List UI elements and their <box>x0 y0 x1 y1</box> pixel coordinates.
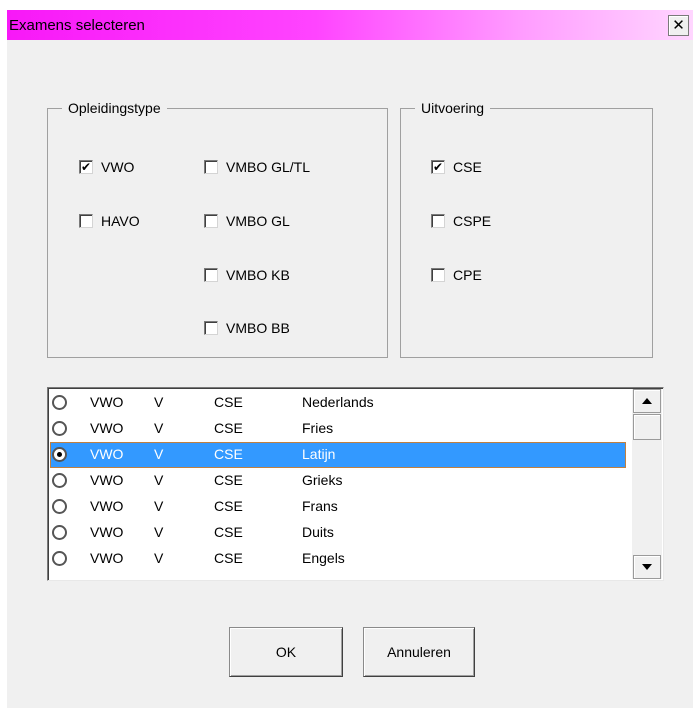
check-icon: ✔ <box>80 160 92 174</box>
list-item-selected[interactable]: VWO V CSE Latijn <box>50 442 626 468</box>
checkbox-vmbo-gl-tl-label: VMBO GL/TL <box>226 159 311 175</box>
list-item[interactable]: VWO V CSE Fries <box>50 416 626 442</box>
checkbox-cspe-box[interactable] <box>431 214 445 228</box>
title-bar[interactable]: Examens selecteren ✕ <box>7 10 693 40</box>
cell-type: VWO <box>90 550 124 566</box>
cancel-button[interactable]: Annuleren <box>363 627 475 677</box>
list-item[interactable]: VWO V CSE Grieks <box>50 468 626 494</box>
list-item[interactable]: VWO V CSE Frans <box>50 494 626 520</box>
cell-type: VWO <box>90 472 124 488</box>
radio-button[interactable] <box>52 525 67 540</box>
scroll-thumb[interactable] <box>633 414 661 440</box>
cell-subject: Engels <box>302 550 345 566</box>
checkbox-vmbo-bb[interactable]: VMBO BB <box>204 319 290 337</box>
close-button[interactable]: ✕ <box>668 15 689 36</box>
window-title: Examens selecteren <box>9 17 145 34</box>
checkbox-vmbo-kb-label: VMBO KB <box>226 267 290 283</box>
cell-code: V <box>154 394 164 410</box>
cell-code: V <box>154 420 164 436</box>
cell-type: VWO <box>90 524 124 540</box>
checkbox-havo[interactable]: HAVO <box>79 212 140 230</box>
checkbox-vmbo-gl-tl-box[interactable] <box>204 160 218 174</box>
cell-code: V <box>154 550 164 566</box>
cell-subject: Fries <box>302 420 334 436</box>
checkbox-cse-box[interactable]: ✔ <box>431 160 445 174</box>
cell-code: V <box>154 446 164 462</box>
checkbox-cpe-box[interactable] <box>431 268 445 282</box>
checkbox-cse[interactable]: ✔ CSE <box>431 158 482 176</box>
checkbox-vwo[interactable]: ✔ VWO <box>79 158 134 176</box>
cell-subject: Duits <box>302 524 334 540</box>
cell-subject: Grieks <box>302 472 343 488</box>
scroll-down-button[interactable] <box>633 555 661 579</box>
scroll-up-button[interactable] <box>633 389 661 413</box>
checkbox-cse-label: CSE <box>453 159 482 175</box>
checkbox-havo-label: HAVO <box>101 213 140 229</box>
list-item[interactable]: VWO V CSE Duits <box>50 520 626 546</box>
cell-subject: Nederlands <box>302 394 374 410</box>
dialog-window: Examens selecteren ✕ Opleidingstype ✔ VW… <box>7 10 693 708</box>
radio-button[interactable] <box>52 421 67 436</box>
checkbox-vmbo-kb[interactable]: VMBO KB <box>204 266 290 284</box>
cell-subject: Frans <box>302 498 338 514</box>
checkbox-vmbo-bb-box[interactable] <box>204 321 218 335</box>
checkbox-havo-box[interactable] <box>79 214 93 228</box>
exam-listbox[interactable]: VWO V CSE Nederlands VWO V CSE Fries VWO… <box>47 387 664 581</box>
list-item[interactable]: VWO V CSE Nederlands <box>50 390 626 416</box>
list-item[interactable]: VWO V CSE Engels <box>50 546 626 572</box>
cell-code: V <box>154 472 164 488</box>
cell-uitvoering: CSE <box>214 446 243 462</box>
checkbox-vmbo-gl[interactable]: VMBO GL <box>204 212 290 230</box>
arrow-up-icon <box>642 398 652 404</box>
cell-uitvoering: CSE <box>214 420 243 436</box>
cell-type: VWO <box>90 498 124 514</box>
cell-code: V <box>154 498 164 514</box>
arrow-down-icon <box>642 564 652 570</box>
cell-uitvoering: CSE <box>214 394 243 410</box>
cell-type: VWO <box>90 446 124 462</box>
cell-type: VWO <box>90 420 124 436</box>
cell-uitvoering: CSE <box>214 524 243 540</box>
radio-button-checked[interactable] <box>52 447 67 462</box>
checkbox-vmbo-kb-box[interactable] <box>204 268 218 282</box>
uitvoering-legend: Uitvoering <box>421 100 485 116</box>
checkbox-vmbo-gl-label: VMBO GL <box>226 213 290 229</box>
close-icon: ✕ <box>672 16 685 34</box>
cell-type: VWO <box>90 394 124 410</box>
checkbox-vwo-box[interactable]: ✔ <box>79 160 93 174</box>
radio-button[interactable] <box>52 499 67 514</box>
vertical-scrollbar[interactable] <box>632 389 662 579</box>
cell-code: V <box>154 524 164 540</box>
checkbox-cpe[interactable]: CPE <box>431 266 482 284</box>
checkbox-cspe-label: CSPE <box>453 213 492 229</box>
cell-uitvoering: CSE <box>214 550 243 566</box>
cell-uitvoering: CSE <box>214 498 243 514</box>
radio-button[interactable] <box>52 395 67 410</box>
checkbox-cpe-label: CPE <box>453 267 482 283</box>
check-icon: ✔ <box>432 160 444 174</box>
ok-button[interactable]: OK <box>229 627 343 677</box>
checkbox-vmbo-gl-tl[interactable]: VMBO GL/TL <box>204 158 310 176</box>
cell-subject: Latijn <box>302 446 336 462</box>
checkbox-vwo-label: VWO <box>101 159 135 175</box>
radio-button[interactable] <box>52 473 67 488</box>
opleidingstype-legend: Opleidingstype <box>68 100 161 116</box>
checkbox-vmbo-gl-box[interactable] <box>204 214 218 228</box>
checkbox-cspe[interactable]: CSPE <box>431 212 491 230</box>
cell-uitvoering: CSE <box>214 472 243 488</box>
checkbox-vmbo-bb-label: VMBO BB <box>226 320 290 336</box>
radio-button[interactable] <box>52 551 67 566</box>
